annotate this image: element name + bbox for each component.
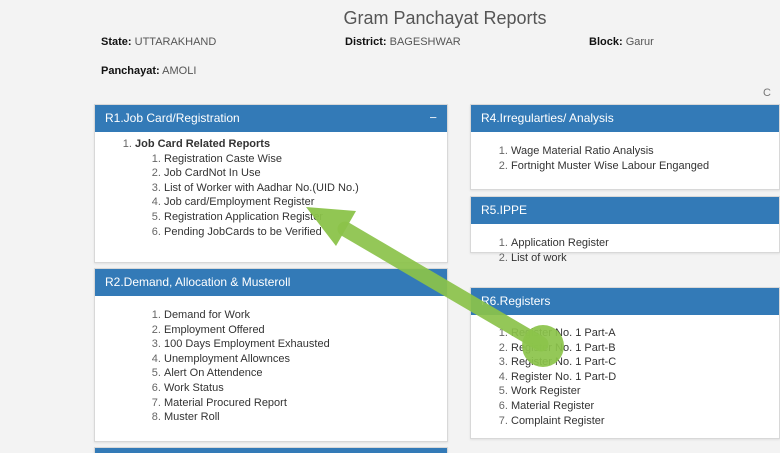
state-info: State: UTTARAKHAND — [101, 36, 216, 48]
block-label: Block: — [589, 36, 623, 48]
r4-report-list: Wage Material Ratio Analysis Fortnight M… — [471, 144, 779, 173]
panel-r6-registers: R6.Registers Register No. 1 Part-A Regis… — [470, 287, 780, 439]
r1-report-list: Registration Caste Wise Job CardNot In U… — [135, 152, 447, 240]
report-link[interactable]: Application Register — [511, 236, 779, 251]
clipped-edge-text: C — [763, 87, 771, 99]
state-value: UTTARAKHAND — [134, 36, 217, 48]
report-link[interactable]: Register No. 1 Part-A — [511, 326, 779, 341]
r6-report-list: Register No. 1 Part-A Register No. 1 Par… — [471, 326, 779, 428]
report-link[interactable]: Registration Caste Wise — [164, 152, 447, 167]
report-link[interactable]: List of Worker with Aadhar No.(UID No.) — [164, 181, 447, 196]
panel-r5-title: R5.IPPE — [481, 203, 528, 217]
district-label: District: — [345, 36, 387, 48]
panel-r1-header[interactable]: R1.Job Card/Registration − — [95, 105, 447, 132]
panel-r1-title: R1.Job Card/Registration — [105, 111, 240, 125]
panel-r4-header[interactable]: R4.Irregularties/ Analysis — [471, 105, 779, 132]
report-link[interactable]: Register No. 1 Part-B — [511, 341, 779, 356]
report-link[interactable]: Material Procured Report — [164, 396, 447, 411]
panel-r2-header[interactable]: R2.Demand, Allocation & Musteroll — [95, 269, 447, 296]
report-link[interactable]: Register No. 1 Part-C — [511, 355, 779, 370]
report-link[interactable]: Fortnight Muster Wise Labour Enganged — [511, 159, 779, 174]
r2-report-list: Demand for Work Employment Offered 100 D… — [95, 308, 447, 425]
report-link[interactable]: Complaint Register — [511, 414, 779, 429]
report-link[interactable]: Job CardNot In Use — [164, 166, 447, 181]
panel-r2-demand: R2.Demand, Allocation & Musteroll Demand… — [94, 268, 448, 442]
page-title: Gram Panchayat Reports — [343, 8, 547, 28]
collapse-toggle-icon[interactable]: − — [429, 104, 437, 131]
panel-r4-title: R4.Irregularties/ Analysis — [481, 111, 614, 125]
panchayat-info: Panchayat: AMOLI — [101, 65, 196, 77]
report-link[interactable]: List of work — [511, 251, 779, 266]
panel-r2-title: R2.Demand, Allocation & Musteroll — [105, 275, 291, 289]
report-link[interactable]: Registration Application Register — [164, 210, 447, 225]
report-link[interactable]: Wage Material Ratio Analysis — [511, 144, 779, 159]
report-link[interactable]: Material Register — [511, 399, 779, 414]
report-link[interactable]: Pending JobCards to be Verified — [164, 225, 447, 240]
r1-group-title: Job Card Related Reports — [135, 138, 271, 150]
r1-group-item: Job Card Related Reports Registration Ca… — [135, 137, 447, 239]
panel-r3-header[interactable] — [95, 448, 447, 453]
report-link[interactable]: Unemployment Allownces — [164, 352, 447, 367]
panel-r3-cutoff — [94, 447, 448, 453]
panel-r4-irregularities: R4.Irregularties/ Analysis Wage Material… — [470, 104, 780, 190]
panchayat-label: Panchayat: — [101, 65, 160, 77]
block-value: Garur — [625, 36, 654, 48]
panel-r5-header[interactable]: R5.IPPE — [471, 197, 779, 224]
report-link[interactable]: Employment Offered — [164, 323, 447, 338]
report-link[interactable]: Alert On Attendence — [164, 366, 447, 381]
report-link[interactable]: Work Status — [164, 381, 447, 396]
report-link[interactable]: Work Register — [511, 384, 779, 399]
panel-r6-title: R6.Registers — [481, 294, 551, 308]
report-link[interactable]: Muster Roll — [164, 410, 447, 425]
panel-r1-job-card: R1.Job Card/Registration − Job Card Rela… — [94, 104, 448, 263]
report-link[interactable]: Job card/Employment Register — [164, 195, 447, 210]
report-link[interactable]: Demand for Work — [164, 308, 447, 323]
state-label: State: — [101, 36, 132, 48]
district-value: BAGESHWAR — [389, 36, 461, 48]
district-info: District: BAGESHWAR — [345, 36, 461, 48]
panel-r6-header[interactable]: R6.Registers — [471, 288, 779, 315]
r5-report-list: Application Register List of work — [471, 236, 779, 265]
r1-report-groups: Job Card Related Reports Registration Ca… — [95, 137, 447, 239]
panel-r5-ippe: R5.IPPE Application Register List of wor… — [470, 196, 780, 264]
block-info: Block: Garur — [589, 36, 654, 48]
report-link[interactable]: 100 Days Employment Exhausted — [164, 337, 447, 352]
report-link[interactable]: Register No. 1 Part-D — [511, 370, 779, 385]
panchayat-value: AMOLI — [162, 65, 197, 77]
